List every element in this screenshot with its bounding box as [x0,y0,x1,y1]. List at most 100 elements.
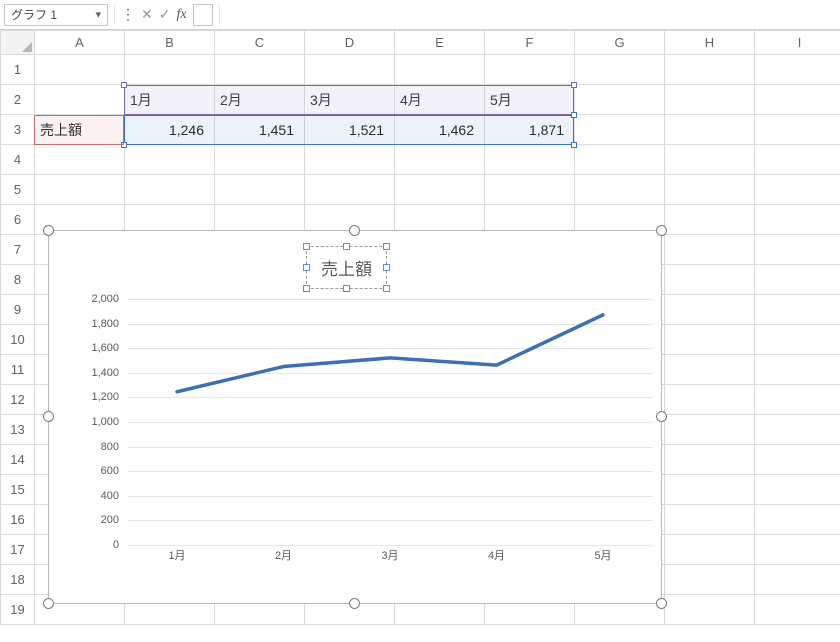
resize-handle[interactable] [656,411,667,422]
resize-handle[interactable] [43,598,54,609]
cell[interactable] [575,175,665,205]
row-header[interactable]: 4 [1,145,35,175]
cell[interactable] [125,145,215,175]
row-header[interactable]: 1 [1,55,35,85]
cell[interactable] [125,175,215,205]
cell[interactable] [575,85,665,115]
row-header[interactable]: 16 [1,505,35,535]
cell[interactable] [125,55,215,85]
row-header[interactable]: 3 [1,115,35,145]
cell[interactable] [575,115,665,145]
cell[interactable]: 3月 [305,85,395,115]
worksheet[interactable]: A B C D E F G H I 121月2月3月4月5月3売上額1,2461… [0,30,840,625]
enter-icon[interactable]: ✓ [159,6,171,23]
resize-handle[interactable] [656,598,667,609]
resize-handle[interactable] [349,598,360,609]
name-box[interactable]: グラフ 1 ▾ [4,4,108,26]
cell[interactable] [485,175,575,205]
cell[interactable]: 2月 [215,85,305,115]
cell[interactable] [665,445,755,475]
row-header[interactable]: 9 [1,295,35,325]
cell[interactable]: 売上額 [35,115,125,145]
cell[interactable]: 1,871 [485,115,575,145]
cell[interactable] [665,505,755,535]
cell[interactable] [305,175,395,205]
cell[interactable] [665,535,755,565]
cell[interactable] [665,235,755,265]
cell[interactable] [665,175,755,205]
cell[interactable] [755,535,840,565]
col-header[interactable]: A [35,31,125,55]
plot-area[interactable]: 02004006008001,0001,2001,4001,6001,8002,… [83,299,653,565]
cell[interactable] [35,145,125,175]
cell[interactable] [665,355,755,385]
resize-handle[interactable] [349,225,360,236]
cell[interactable]: 1,521 [305,115,395,145]
cell[interactable] [755,205,840,235]
row-header[interactable]: 6 [1,205,35,235]
cell[interactable] [755,295,840,325]
resize-handle[interactable] [43,225,54,236]
cell[interactable] [665,565,755,595]
row-header[interactable]: 15 [1,475,35,505]
cell[interactable] [35,85,125,115]
cell[interactable]: 1月 [125,85,215,115]
cell[interactable] [215,175,305,205]
cell[interactable] [755,235,840,265]
cell[interactable] [305,145,395,175]
formula-input[interactable] [193,4,213,26]
menu-dots-icon[interactable]: ⋮ [121,6,135,23]
cell[interactable]: 1,246 [125,115,215,145]
cell[interactable] [665,595,755,625]
cell[interactable] [755,85,840,115]
cell[interactable] [35,175,125,205]
cell[interactable] [215,55,305,85]
cell[interactable] [485,55,575,85]
cell[interactable] [665,325,755,355]
cell[interactable]: 5月 [485,85,575,115]
cell[interactable]: 1,462 [395,115,485,145]
cell[interactable] [395,55,485,85]
cell[interactable] [755,265,840,295]
col-header[interactable]: G [575,31,665,55]
cell[interactable] [575,145,665,175]
cell[interactable] [485,145,575,175]
cell[interactable] [395,175,485,205]
cell[interactable] [665,475,755,505]
col-header[interactable]: H [665,31,755,55]
col-header[interactable]: F [485,31,575,55]
row-header[interactable]: 14 [1,445,35,475]
cell[interactable] [665,115,755,145]
resize-handle[interactable] [656,225,667,236]
cell[interactable] [665,295,755,325]
cell[interactable] [755,445,840,475]
cell[interactable] [665,385,755,415]
cell[interactable] [755,175,840,205]
cell[interactable] [305,55,395,85]
row-header[interactable]: 19 [1,595,35,625]
cell[interactable] [755,325,840,355]
cell[interactable] [35,55,125,85]
cell[interactable] [665,415,755,445]
cell[interactable] [395,145,485,175]
cell[interactable] [755,565,840,595]
cell[interactable] [215,145,305,175]
fx-icon[interactable]: fx [176,7,186,23]
cell[interactable] [575,55,665,85]
cell[interactable]: 4月 [395,85,485,115]
cell[interactable] [755,505,840,535]
cell[interactable] [665,205,755,235]
cancel-icon[interactable]: ✕ [141,6,153,23]
cell[interactable] [755,115,840,145]
row-header[interactable]: 12 [1,385,35,415]
chart-title[interactable]: 売上額 [306,246,387,289]
cell[interactable] [755,145,840,175]
cell[interactable] [755,415,840,445]
chevron-down-icon[interactable]: ▾ [95,8,101,21]
row-header[interactable]: 5 [1,175,35,205]
row-header[interactable]: 18 [1,565,35,595]
cell[interactable] [665,145,755,175]
cell[interactable] [755,595,840,625]
cell[interactable] [755,475,840,505]
cell[interactable] [755,55,840,85]
